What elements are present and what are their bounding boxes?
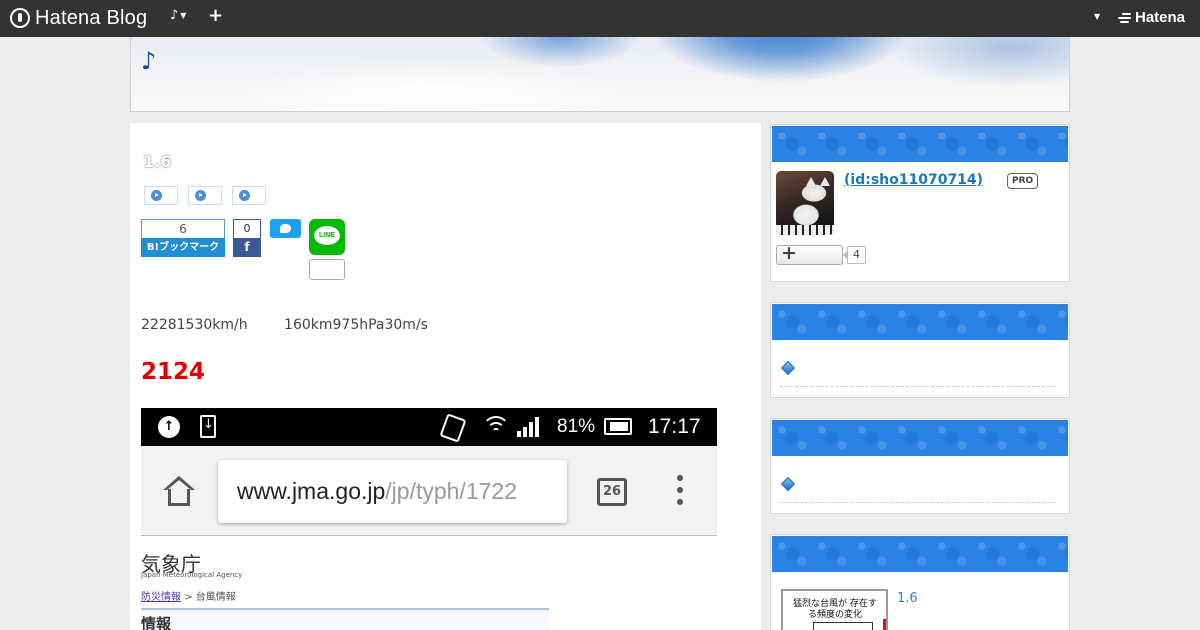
wifi-icon	[481, 414, 511, 440]
sidebar-profile-module: (id:sho11070714) PRO 4	[770, 124, 1070, 282]
thumbnail-text: 猛烈な台風が 存在する頻度の変化	[793, 599, 877, 620]
entry-categories	[144, 186, 266, 205]
plus-icon[interactable]: +	[208, 5, 223, 26]
module-header	[772, 420, 1068, 456]
entry-article: 1.6 6 B!ブックマーク 0 f LINE 22281530km/h 160…	[130, 123, 761, 630]
battery-icon	[604, 418, 632, 435]
signal-icon	[517, 417, 541, 437]
line-icon: LINE	[314, 226, 340, 245]
line-share-button[interactable]: LINE	[309, 219, 345, 255]
divider	[780, 386, 1055, 387]
account-menu-chevron-icon[interactable]: ▼	[1094, 12, 1100, 21]
hatena-global-bar: Hatena Blog ♪ ▼ + ▼ Hatena	[0, 0, 1200, 37]
category-link[interactable]	[188, 186, 222, 205]
nfc-icon	[439, 413, 467, 443]
home-icon	[163, 476, 195, 506]
follow-button[interactable]	[776, 242, 843, 265]
hatena-bookmark-label: B!ブックマーク	[141, 238, 225, 257]
hatena-bookmark-button[interactable]: 6 B!ブックマーク	[141, 219, 225, 259]
battery-percent: 81%	[557, 416, 596, 437]
clock-time: 17:17	[648, 415, 701, 438]
category-link[interactable]	[232, 186, 266, 205]
profile-id-link[interactable]: (id:sho11070714)	[844, 172, 983, 188]
follower-count: 4	[843, 246, 866, 264]
category-link[interactable]	[144, 186, 178, 205]
download-icon	[200, 415, 216, 438]
twitter-icon	[280, 224, 291, 233]
play-category-icon	[239, 190, 250, 201]
recent-entry-link[interactable]: 1.6	[897, 591, 918, 606]
hatena-logo-icon	[10, 8, 30, 28]
divider	[780, 502, 1055, 503]
facebook-icon: f	[233, 238, 261, 257]
twitter-share-button[interactable]	[270, 219, 301, 238]
module-header	[772, 536, 1068, 572]
jma-logo-subtitle: Japan Meteorological Agency	[141, 571, 243, 579]
hatena-logo-link[interactable]: Hatena	[1118, 9, 1185, 26]
play-category-icon	[151, 190, 162, 201]
jma-section-heading: 情報	[141, 608, 549, 630]
sidebar-module	[770, 418, 1070, 514]
play-category-icon	[195, 190, 206, 201]
phone-status-bar: ↑ 81% 17:17	[141, 408, 717, 446]
profile-avatar[interactable]	[776, 171, 834, 235]
diamond-icon	[780, 476, 796, 492]
tabs-icon: 26	[597, 478, 627, 506]
line-share-count	[309, 259, 345, 280]
url-bar: www.jma.go.jp/jp/typh/1722	[218, 460, 567, 523]
module-header	[772, 304, 1068, 340]
hatena-bookmark-count: 6	[141, 219, 225, 238]
blog-header: ♪	[130, 37, 1070, 112]
facebook-share-count: 0	[233, 219, 261, 238]
entry-screenshot-image[interactable]: ↑ 81% 17:17 www.jma.go.jp/jp/typh/1722 2…	[141, 408, 717, 630]
module-header	[772, 126, 1068, 162]
entry-highlight-number: 2124	[141, 359, 206, 385]
hatena-blog-brand-link[interactable]: Hatena Blog	[10, 7, 147, 29]
menu-dots-icon	[677, 475, 683, 505]
hatena-mark-icon	[1118, 12, 1132, 24]
recent-entry-thumbnail[interactable]: 猛烈な台風が 存在する頻度の変化	[781, 589, 888, 630]
url-text: www.jma.go.jp/jp/typh/1722	[237, 478, 517, 504]
pro-badge: PRO	[1007, 173, 1039, 189]
diamond-icon	[780, 360, 796, 376]
sidebar-recent-entries: 猛烈な台風が 存在する頻度の変化 1.6	[770, 534, 1070, 630]
upload-icon: ↑	[158, 416, 180, 438]
entry-title[interactable]: 1.6	[143, 152, 171, 171]
jma-breadcrumb: 防災情報 > 台風情報	[141, 592, 236, 603]
brand-name: Hatena Blog	[35, 6, 148, 29]
chevron-down-icon: ▼	[180, 11, 187, 20]
hatena-logo-text: Hatena	[1135, 9, 1186, 26]
entry-body-text: 22281530km/h 160km975hPa30m/s	[141, 317, 428, 333]
browser-toolbar: www.jma.go.jp/jp/typh/1722 26	[141, 446, 717, 536]
blog-menu-label: ♪	[170, 8, 179, 23]
sidebar-module	[770, 302, 1070, 398]
facebook-share-button[interactable]: 0 f	[233, 219, 261, 259]
blog-title-link[interactable]: ♪	[141, 47, 156, 75]
blog-menu-dropdown[interactable]: ♪ ▼	[170, 8, 186, 23]
